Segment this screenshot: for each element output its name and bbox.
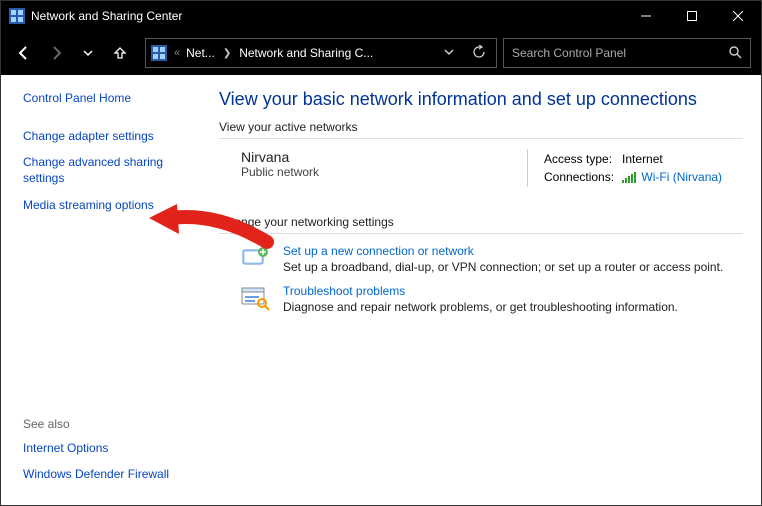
windows-defender-firewall-link[interactable]: Windows Defender Firewall [23, 466, 193, 482]
recent-button[interactable] [75, 40, 101, 66]
maximize-button[interactable] [669, 1, 715, 31]
search-input[interactable] [512, 46, 728, 60]
sidebar: Control Panel Home Change adapter settin… [1, 75, 205, 505]
network-name: Nirvana [241, 149, 527, 165]
wifi-signal-icon [622, 172, 636, 183]
control-panel-home-link[interactable]: Control Panel Home [23, 91, 193, 105]
media-streaming-options-link[interactable]: Media streaming options [23, 197, 193, 213]
see-also-label: See also [23, 417, 193, 431]
network-info-left: Nirvana Public network [219, 149, 527, 187]
history-dropdown-button[interactable] [438, 46, 460, 60]
network-info-right: Access type: Internet Connections: Wi-Fi… [527, 149, 743, 187]
divider [219, 233, 743, 234]
window: Network and Sharing Center « Net... ❯ Ne… [0, 0, 762, 506]
internet-options-link[interactable]: Internet Options [23, 440, 193, 456]
window-controls [623, 1, 761, 31]
up-button[interactable] [107, 40, 133, 66]
search-box[interactable] [503, 38, 751, 68]
back-button[interactable] [11, 40, 37, 66]
location-icon [150, 44, 168, 62]
troubleshoot-icon [239, 284, 273, 314]
access-type-value: Internet [622, 151, 728, 167]
connections-label: Connections: [544, 169, 620, 185]
close-button[interactable] [715, 1, 761, 31]
forward-button[interactable] [43, 40, 69, 66]
search-icon[interactable] [728, 45, 742, 62]
address-bar[interactable]: « Net... ❯ Network and Sharing C... [145, 38, 497, 68]
main-panel: View your basic network information and … [205, 75, 761, 505]
option-troubleshoot: Troubleshoot problems Diagnose and repai… [239, 284, 743, 314]
option-new-connection: Set up a new connection or network Set u… [239, 244, 743, 274]
connection-link[interactable]: Wi-Fi (Nirvana) [641, 170, 722, 184]
active-network-row: Nirvana Public network Access type: Inte… [219, 149, 743, 187]
new-connection-icon [239, 244, 273, 274]
refresh-button[interactable] [466, 45, 492, 62]
breadcrumb-prefix: « [174, 47, 180, 59]
active-networks-label: View your active networks [219, 120, 743, 134]
change-advanced-sharing-link[interactable]: Change advanced sharing settings [23, 154, 193, 186]
breadcrumb-item-1[interactable]: Net... [186, 46, 215, 60]
content: Control Panel Home Change adapter settin… [1, 75, 761, 505]
navbar: « Net... ❯ Network and Sharing C... [1, 31, 761, 75]
change-adapter-settings-link[interactable]: Change adapter settings [23, 128, 193, 144]
divider [219, 138, 743, 139]
minimize-button[interactable] [623, 1, 669, 31]
access-type-label: Access type: [544, 151, 620, 167]
new-connection-link[interactable]: Set up a new connection or network [283, 244, 474, 258]
chevron-right-icon: ❯ [221, 48, 233, 59]
app-icon [9, 8, 25, 24]
network-type: Public network [241, 165, 527, 179]
new-connection-desc: Set up a broadband, dial-up, or VPN conn… [283, 260, 723, 274]
troubleshoot-link[interactable]: Troubleshoot problems [283, 284, 405, 298]
titlebar: Network and Sharing Center [1, 1, 761, 31]
change-networking-label: Change your networking settings [219, 215, 743, 229]
page-heading: View your basic network information and … [219, 89, 743, 110]
troubleshoot-desc: Diagnose and repair network problems, or… [283, 300, 678, 314]
window-title: Network and Sharing Center [31, 9, 623, 23]
breadcrumb-item-2[interactable]: Network and Sharing C... [239, 46, 373, 60]
